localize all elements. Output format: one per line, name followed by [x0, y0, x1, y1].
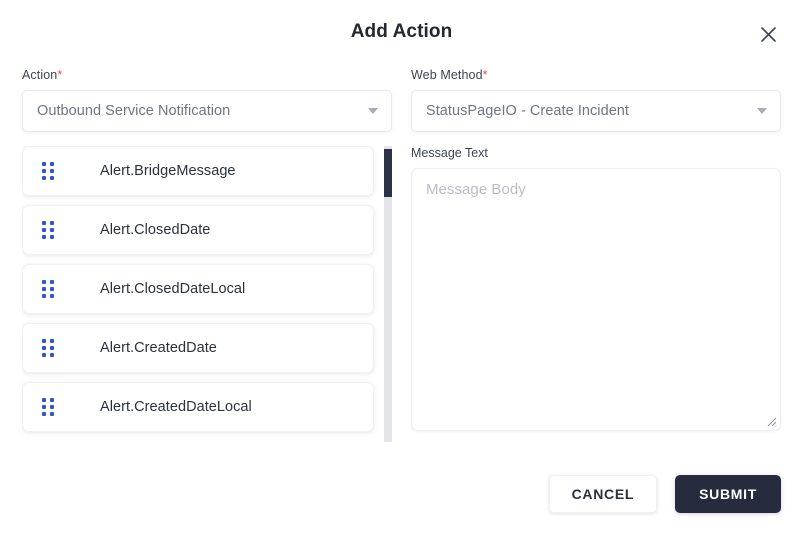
action-required-star: * — [57, 68, 62, 82]
action-select-value: Outbound Service Notification — [37, 103, 230, 119]
cancel-button[interactable]: CANCEL — [549, 475, 658, 513]
dialog-footer: CANCEL SUBMIT — [0, 475, 781, 513]
dialog-header: Add Action — [0, 0, 803, 68]
list-item[interactable]: Alert.CreatedDateLocal — [22, 382, 374, 432]
drag-handle-icon[interactable] — [42, 280, 58, 298]
token-list-scrollbar[interactable] — [384, 146, 392, 442]
web-method-label-text: Web Method — [411, 68, 483, 82]
left-column: Action* Outbound Service Notification Al… — [22, 68, 392, 442]
page-title: Add Action — [0, 21, 803, 43]
submit-button[interactable]: SUBMIT — [675, 475, 781, 513]
web-method-label: Web Method* — [411, 68, 781, 82]
message-text-label: Message Text — [411, 146, 781, 160]
action-select[interactable]: Outbound Service Notification — [22, 90, 392, 132]
token-list-container: Alert.BridgeMessage Alert.ClosedDate Ale… — [22, 146, 392, 442]
column-divider — [392, 68, 411, 442]
list-item-label: Alert.CreatedDate — [100, 340, 217, 356]
token-list: Alert.BridgeMessage Alert.ClosedDate Ale… — [22, 146, 392, 432]
message-text-placeholder: Message Body — [426, 181, 766, 198]
web-method-required-star: * — [483, 68, 488, 82]
list-item-label: Alert.BridgeMessage — [100, 163, 236, 179]
message-text-field: Message Text Message Body — [411, 146, 781, 431]
list-item[interactable]: Alert.BridgeMessage — [22, 146, 374, 196]
token-list-scrollbar-thumb[interactable] — [384, 149, 392, 197]
action-label-text: Action — [22, 68, 57, 82]
action-label: Action* — [22, 68, 392, 82]
drag-handle-icon[interactable] — [42, 398, 58, 416]
list-item[interactable]: Alert.ClosedDateLocal — [22, 264, 374, 314]
close-button[interactable] — [755, 21, 781, 47]
list-item[interactable]: Alert.CreatedDate — [22, 323, 374, 373]
right-column: Web Method* StatusPageIO - Create Incide… — [411, 68, 781, 442]
dialog-body: Action* Outbound Service Notification Al… — [0, 68, 803, 442]
message-text-input[interactable]: Message Body — [411, 168, 781, 431]
list-item-label: Alert.ClosedDateLocal — [100, 281, 245, 297]
resize-handle-icon[interactable] — [764, 414, 777, 427]
close-icon — [760, 26, 777, 43]
web-method-select[interactable]: StatusPageIO - Create Incident — [411, 90, 781, 132]
chevron-down-icon — [368, 108, 378, 114]
drag-handle-icon[interactable] — [42, 221, 58, 239]
drag-handle-icon[interactable] — [42, 339, 58, 357]
chevron-down-icon — [757, 108, 767, 114]
drag-handle-icon[interactable] — [42, 162, 58, 180]
web-method-select-value: StatusPageIO - Create Incident — [426, 103, 629, 119]
list-item-label: Alert.CreatedDateLocal — [100, 399, 252, 415]
list-item[interactable]: Alert.ClosedDate — [22, 205, 374, 255]
list-item-label: Alert.ClosedDate — [100, 222, 210, 238]
